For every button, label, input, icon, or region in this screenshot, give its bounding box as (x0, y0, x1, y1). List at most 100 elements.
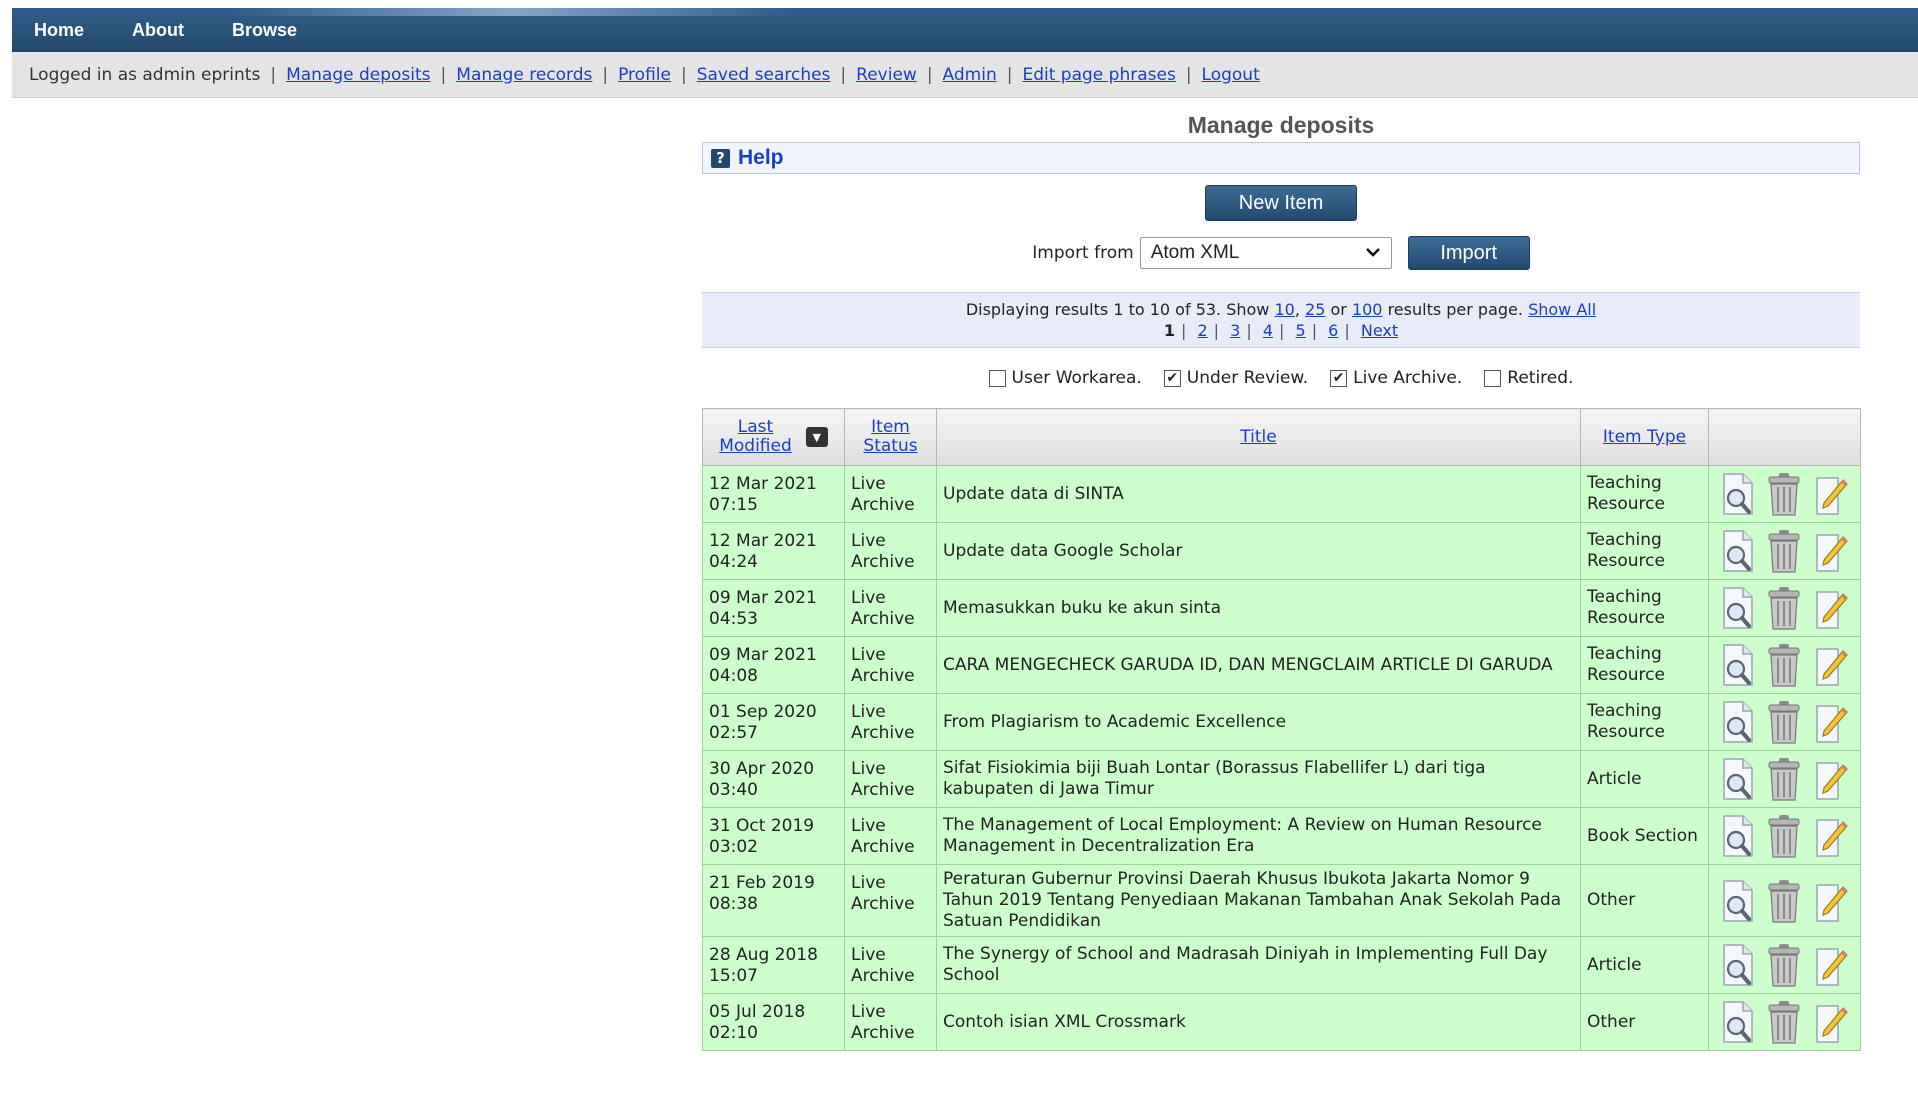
col-title[interactable]: Title (936, 408, 1581, 466)
edit-page-phrases-link[interactable]: Edit page phrases (1022, 65, 1175, 85)
per-page-100-link[interactable]: 100 (1352, 300, 1383, 319)
show-all-link[interactable]: Show All (1528, 300, 1596, 319)
col-item-type[interactable]: Item Type (1580, 408, 1709, 466)
last-modified-cell: 30 Apr 2020 03:40 (702, 750, 845, 808)
cell-t1: Teaching (1587, 701, 1662, 721)
trash-can-icon[interactable] (1763, 527, 1805, 575)
trash-can-icon[interactable] (1763, 584, 1805, 632)
pencil-edit-icon[interactable] (1810, 941, 1852, 989)
col-item-status[interactable]: Item Status (844, 408, 937, 466)
magnifier-view-icon[interactable] (1717, 998, 1759, 1046)
help-bar[interactable]: ? Help (702, 142, 1860, 174)
filter-under-review[interactable]: ✔ Under Review. (1163, 368, 1308, 388)
per-page-25-link[interactable]: 25 (1305, 300, 1325, 319)
sort-desc-icon[interactable]: ▼ (805, 427, 828, 447)
cell-t2: Resource (1587, 665, 1665, 685)
cell-t2: Resource (1587, 494, 1665, 514)
review-link[interactable]: Review (856, 65, 917, 85)
trash-can-icon[interactable] (1763, 641, 1805, 689)
magnifier-view-icon[interactable] (1717, 812, 1759, 860)
title-cell: Update data Google Scholar (936, 522, 1581, 580)
pencil-edit-icon[interactable] (1810, 641, 1852, 689)
separator: | (602, 64, 609, 85)
checkbox-checked[interactable]: ✔ (1330, 369, 1348, 387)
nav-browse-link[interactable]: Browse (232, 20, 297, 41)
actions-cell (1708, 522, 1861, 580)
pencil-edit-icon[interactable] (1810, 527, 1852, 575)
magnifier-view-icon[interactable] (1717, 698, 1759, 746)
actions-cell (1708, 636, 1861, 694)
cell-time: 15:07 (709, 966, 758, 986)
pencil-edit-icon[interactable] (1810, 755, 1852, 803)
admin-link[interactable]: Admin (943, 65, 997, 85)
cell-s1: Live (851, 588, 886, 608)
pencil-edit-icon[interactable] (1810, 584, 1852, 632)
trash-can-icon[interactable] (1763, 812, 1805, 860)
results-text-line: Displaying results 1 to 10 of 53. Show 1… (965, 300, 1597, 319)
checkbox[interactable] (988, 369, 1006, 387)
sort-item-type-link[interactable]: Item Type (1603, 427, 1686, 447)
magnifier-view-icon[interactable] (1717, 877, 1759, 925)
trash-can-icon[interactable] (1763, 698, 1805, 746)
cell-s1: Live (851, 702, 886, 722)
last-modified-cell: 31 Oct 2019 03:02 (702, 807, 845, 865)
help-label[interactable]: Help (738, 146, 784, 170)
page-link-4[interactable]: 4 (1263, 321, 1273, 340)
title-cell: The Synergy of School and Madrasah Diniy… (936, 936, 1581, 994)
table-row: 21 Feb 2019 08:38 Live Archive Peraturan G… (702, 864, 1861, 937)
cell-time: 03:02 (709, 837, 758, 857)
trash-can-icon[interactable] (1763, 877, 1805, 925)
profile-link[interactable]: Profile (618, 65, 671, 85)
separator: | (1311, 321, 1318, 340)
filter-user-workarea[interactable]: User Workarea. (988, 368, 1142, 388)
cell-time: 02:57 (709, 723, 758, 743)
magnifier-view-icon[interactable] (1717, 641, 1759, 689)
trash-can-icon[interactable] (1763, 470, 1805, 518)
nav-home-link[interactable]: Home (34, 20, 84, 41)
import-format-select[interactable]: Atom XML (1139, 237, 1392, 269)
checkbox[interactable] (1484, 369, 1502, 387)
sort-title-link[interactable]: Title (1240, 427, 1276, 447)
magnifier-view-icon[interactable] (1717, 470, 1759, 518)
page-link-5[interactable]: 5 (1296, 321, 1306, 340)
results-summary: Displaying results 1 to 10 of 53. Show 1… (702, 292, 1860, 348)
saved-searches-link[interactable]: Saved searches (697, 65, 831, 85)
pencil-edit-icon[interactable] (1810, 470, 1852, 518)
trash-can-icon[interactable] (1763, 998, 1805, 1046)
title-cell: Sifat Fisiokimia biji Buah Lontar (Boras… (936, 750, 1581, 808)
magnifier-view-icon[interactable] (1717, 941, 1759, 989)
per-page-10-link[interactable]: 10 (1274, 300, 1294, 319)
page-link-3[interactable]: 3 (1230, 321, 1240, 340)
logout-link[interactable]: Logout (1202, 65, 1260, 85)
cell-title: Update data Google Scholar (943, 540, 1183, 561)
magnifier-view-icon[interactable] (1717, 527, 1759, 575)
manage-records-link[interactable]: Manage records (456, 65, 592, 85)
magnifier-view-icon[interactable] (1717, 755, 1759, 803)
filter-live-archive[interactable]: ✔ Live Archive. (1330, 368, 1462, 388)
next-page-link[interactable]: Next (1361, 321, 1398, 340)
cell-s1: Live (851, 474, 886, 494)
page-link-2[interactable]: 2 (1197, 321, 1207, 340)
magnifier-view-icon[interactable] (1717, 584, 1759, 632)
checkbox-checked[interactable]: ✔ (1163, 369, 1181, 387)
new-item-button[interactable]: New Item (1205, 185, 1357, 221)
cell-title: Sifat Fisiokimia biji Buah Lontar (Boras… (943, 758, 1486, 799)
col-last-modified[interactable]: Last Modified ▼ (702, 408, 845, 466)
manage-deposits-link[interactable]: Manage deposits (286, 65, 430, 85)
pencil-edit-icon[interactable] (1810, 698, 1852, 746)
trash-can-icon[interactable] (1763, 755, 1805, 803)
pencil-edit-icon[interactable] (1810, 998, 1852, 1046)
cell-s1: Live (851, 945, 886, 965)
separator: | (680, 64, 687, 85)
sort-last-modified-link[interactable]: Last Modified (719, 418, 792, 456)
separator: | (440, 64, 447, 85)
cell-s2: Archive (851, 723, 915, 743)
page-link-6[interactable]: 6 (1328, 321, 1338, 340)
nav-about-link[interactable]: About (132, 20, 184, 41)
filter-retired[interactable]: Retired. (1484, 368, 1573, 388)
import-button[interactable]: Import (1407, 236, 1530, 270)
pencil-edit-icon[interactable] (1810, 877, 1852, 925)
trash-can-icon[interactable] (1763, 941, 1805, 989)
sort-item-status-link[interactable]: Item Status (863, 417, 917, 456)
pencil-edit-icon[interactable] (1810, 812, 1852, 860)
